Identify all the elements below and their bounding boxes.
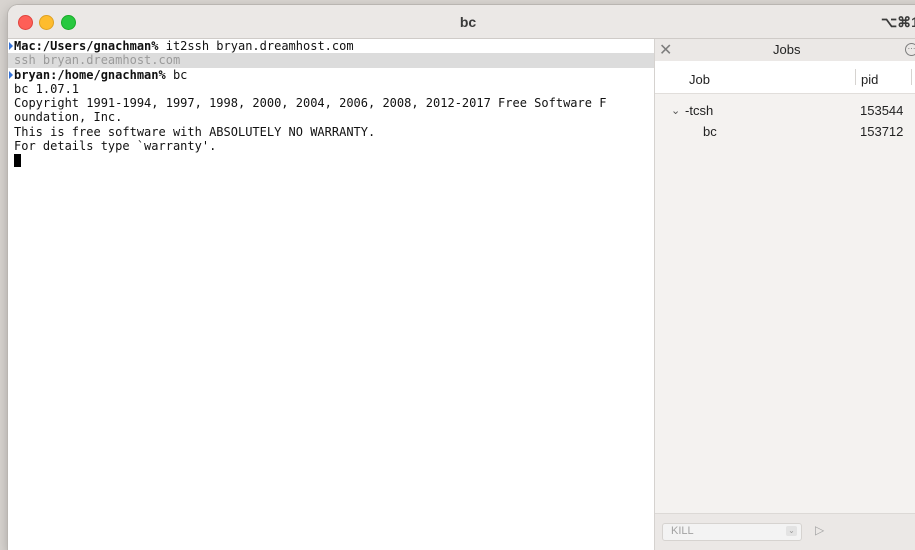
command-text: it2ssh bryan.dreamhost.com [158, 39, 354, 53]
job-name: -tcsh [685, 103, 714, 118]
shell-prompt: bryan:/home/gnachman% [14, 67, 166, 82]
column-divider[interactable] [855, 69, 856, 85]
job-name: bc [703, 124, 717, 139]
output-text: This is free software with ABSOLUTELY NO… [14, 124, 376, 139]
jobs-table-body: ⌄ -tcsh 153544 bc 153712 [655, 94, 915, 514]
terminal-line: oundation, Inc. [8, 110, 654, 124]
column-header-job[interactable]: Job [689, 72, 710, 87]
job-pid: 153712 [860, 124, 904, 139]
shell-prompt: Mac:/Users/gnachman% [14, 39, 159, 53]
send-signal-icon[interactable]: ▷ [815, 523, 824, 537]
output-text: For details type `warranty'. [14, 139, 217, 154]
terminal-line: bryan:/home/gnachman% bc [8, 68, 654, 82]
window-title: bc [459, 14, 477, 30]
terminal-line: Mac:/Users/gnachman% it2ssh bryan.dreamh… [8, 39, 654, 53]
output-text: oundation, Inc. [14, 110, 123, 125]
job-pid: 153544 [860, 103, 904, 118]
jobs-table-header: Job pid [655, 61, 915, 94]
terminal-line [8, 153, 654, 168]
job-row[interactable]: bc 153712 [655, 122, 915, 143]
column-divider[interactable] [911, 69, 912, 85]
signal-select-value: KILL [671, 525, 694, 537]
terminal-window: bc ⌥⌘1 Mac:/Users/gnachman% it2ssh bryan… [8, 5, 915, 550]
jobs-panel-header: ✕ Jobs ⋯ [655, 39, 915, 61]
terminal-line: This is free software with ABSOLUTELY NO… [8, 125, 654, 139]
chevron-down-icon[interactable]: ⌄ [671, 104, 680, 117]
command-text: bc [165, 67, 188, 82]
signal-select[interactable]: KILL ⌄ [662, 523, 802, 541]
terminal-session[interactable]: Mac:/Users/gnachman% it2ssh bryan.dreamh… [8, 39, 654, 550]
more-options-icon[interactable]: ⋯ [905, 43, 915, 56]
job-row[interactable]: ⌄ -tcsh 153544 [655, 101, 915, 122]
jobs-panel-footer: KILL ⌄ ▷ [655, 513, 915, 550]
terminal-line-selected: ssh bryan.dreamhost.com [8, 53, 654, 68]
jobs-panel-title: Jobs [773, 42, 801, 57]
jobs-panel: ✕ Jobs ⋯ Job pid ⌄ -tcsh 153544 bc 15371… [655, 39, 915, 550]
output-text: ssh bryan.dreamhost.com [14, 53, 181, 68]
text-cursor [14, 154, 21, 168]
title-bar[interactable]: bc ⌥⌘1 [8, 5, 915, 39]
output-text: Copyright 1991-1994, 1997, 1998, 2000, 2… [14, 96, 607, 111]
column-header-pid[interactable]: pid [861, 72, 878, 87]
chevron-down-icon: ⌄ [786, 526, 797, 536]
terminal-line: Copyright 1991-1994, 1997, 1998, 2000, 2… [8, 96, 654, 110]
window-shortcut-label: ⌥⌘1 [881, 14, 915, 30]
terminal-line: For details type `warranty'. [8, 139, 654, 153]
terminal-line: bc 1.07.1 [8, 82, 654, 96]
close-icon[interactable]: ✕ [659, 40, 672, 60]
output-text: bc 1.07.1 [14, 81, 80, 96]
